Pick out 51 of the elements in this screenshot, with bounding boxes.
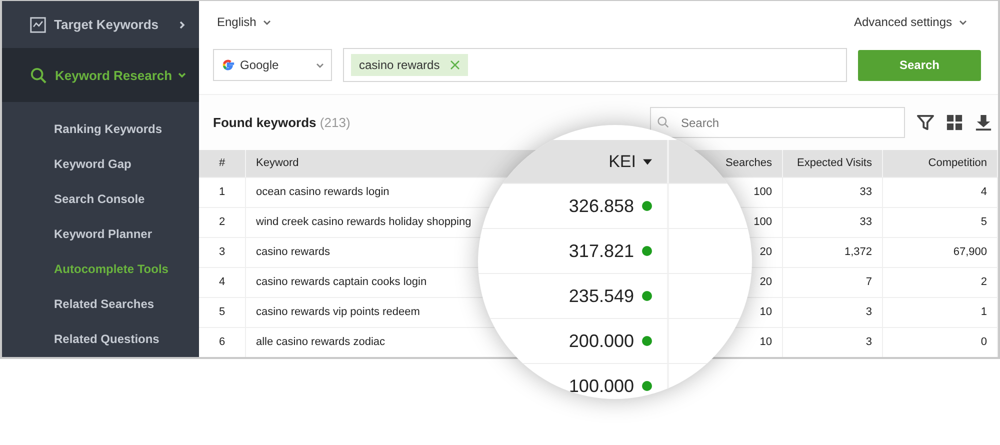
language-dropdown[interactable]: English <box>217 15 272 30</box>
chevron-right-icon <box>177 20 187 30</box>
table-cell: 4 <box>199 268 246 297</box>
table-cell: 67,900 <box>883 238 998 267</box>
kei-value: 200.000 <box>568 330 634 352</box>
sidebar-subitem[interactable]: Autocomplete Tools <box>2 252 199 287</box>
table-cell: 1,372 <box>783 238 883 267</box>
google-g-icon <box>220 57 236 74</box>
sidebar-subitem[interactable]: Ranking Keywords <box>2 112 199 147</box>
advanced-settings-dropdown[interactable]: Advanced settings <box>854 15 968 30</box>
filter-icon[interactable] <box>917 114 934 132</box>
search-icon <box>30 66 47 84</box>
table-cell: 3 <box>783 298 883 327</box>
table-cell: 33 <box>783 208 883 237</box>
sidebar-subitem[interactable]: Related Searches <box>2 287 199 322</box>
keyword-input-field[interactable]: casino rewards <box>343 48 847 82</box>
sidebar-item[interactable]: Keyword Research <box>2 48 199 102</box>
table-cell: 5 <box>199 298 246 327</box>
column-header: # <box>199 150 246 177</box>
sidebar-subitem[interactable]: Keyword Planner <box>2 217 199 252</box>
table-cell: 6 <box>199 328 246 357</box>
table-cell: 3 <box>199 238 246 267</box>
search-icon <box>657 116 669 128</box>
table-cell: 1 <box>199 178 246 207</box>
table-cell: 2 <box>199 208 246 237</box>
grid-icon[interactable] <box>946 114 963 132</box>
chart-icon <box>30 16 46 32</box>
chevron-down-icon <box>177 70 187 80</box>
table-cell: 4 <box>883 178 998 207</box>
table-cell: 2 <box>883 268 998 297</box>
kei-value: 317.821 <box>568 240 634 262</box>
table-cell: 0 <box>883 328 998 357</box>
column-header: Competition <box>883 150 998 177</box>
keyword-tag: casino rewards <box>351 54 468 76</box>
table-cell: 5 <box>883 208 998 237</box>
kei-value: 100.000 <box>568 376 634 396</box>
filter-search-field[interactable]: Search <box>650 107 905 138</box>
column-header: Expected Visits <box>783 150 883 177</box>
table-cell: 3 <box>783 328 883 357</box>
table-cell: 1 <box>883 298 998 327</box>
kei-value: 235.549 <box>568 286 634 306</box>
sidebar-subitem[interactable]: Search Console <box>2 182 199 217</box>
search-engine-dropdown[interactable]: Google <box>213 49 332 82</box>
sidebar-item[interactable]: Target Keywords <box>2 1 199 48</box>
sidebar-subitem[interactable]: Related Questions <box>2 322 199 357</box>
sidebar-subitem[interactable]: Keyword Gap <box>2 147 199 182</box>
results-title: Found keywords (213) <box>213 115 352 130</box>
table-cell: 33 <box>783 178 883 207</box>
download-icon[interactable] <box>975 114 992 132</box>
kei-value: 326.858 <box>568 196 634 216</box>
table-cell: 7 <box>783 268 883 297</box>
